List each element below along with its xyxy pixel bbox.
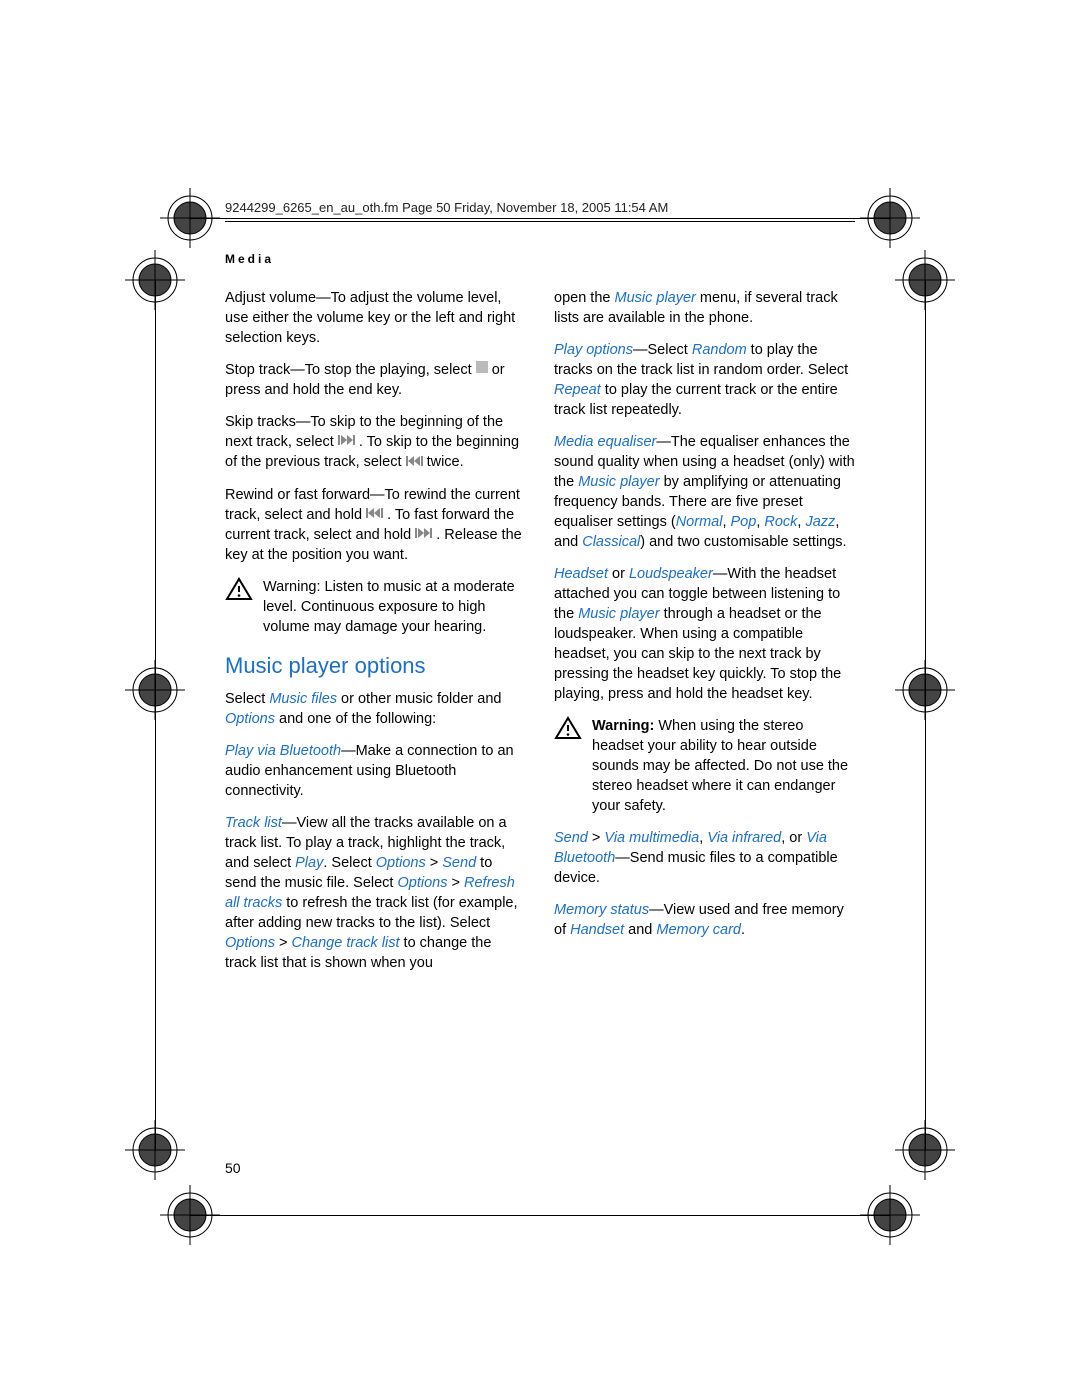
crop-line [925, 280, 926, 1150]
next-track-icon [415, 524, 432, 544]
warning-icon [225, 577, 253, 601]
page-number: 50 [225, 1160, 241, 1176]
crop-header-text: 9244299_6265_en_au_oth.fm Page 50 Friday… [225, 200, 855, 215]
prev-track-icon [406, 452, 423, 472]
para-media-equaliser: Media equaliser—The equaliser enhances t… [554, 432, 855, 552]
para-track-list: Track list—View all the tracks available… [225, 813, 526, 973]
crop-line [190, 1215, 890, 1216]
para-play-options: Play options—Select Random to play the t… [554, 340, 855, 420]
para-stop-track: Stop track—To stop the playing, select o… [225, 360, 526, 400]
para-rewind-ff: Rewind or fast forward—To rewind the cur… [225, 485, 526, 565]
para-select-music-files: Select Music files or other music folder… [225, 689, 526, 729]
prev-track-icon [366, 504, 383, 524]
para-play-via-bluetooth: Play via Bluetooth—Make a connection to … [225, 741, 526, 801]
para-skip-tracks: Skip tracks—To skip to the beginning of … [225, 412, 526, 472]
header-rule [225, 221, 855, 222]
section-header: Media [225, 252, 855, 266]
stop-icon [476, 359, 488, 379]
warning-headset: Warning: When using the stereo headset y… [554, 716, 855, 816]
para-open-music-player: open the Music player menu, if several t… [554, 288, 855, 328]
para-adjust-volume: Adjust volume—To adjust the volume level… [225, 288, 526, 348]
crop-line [155, 280, 156, 1150]
next-track-icon [338, 431, 355, 451]
body-columns: Adjust volume—To adjust the volume level… [225, 288, 855, 973]
warning-volume: Warning: Listen to music at a moderate l… [225, 577, 526, 637]
para-send: Send > Via multimedia, Via infrared, or … [554, 828, 855, 888]
para-memory-status: Memory status—View used and free memory … [554, 900, 855, 940]
page-content: 9244299_6265_en_au_oth.fm Page 50 Friday… [225, 200, 855, 973]
para-headset-loudspeaker: Headset or Loudspeaker—With the headset … [554, 564, 855, 704]
heading-music-player-options: Music player options [225, 651, 526, 681]
warning-icon [554, 716, 582, 740]
